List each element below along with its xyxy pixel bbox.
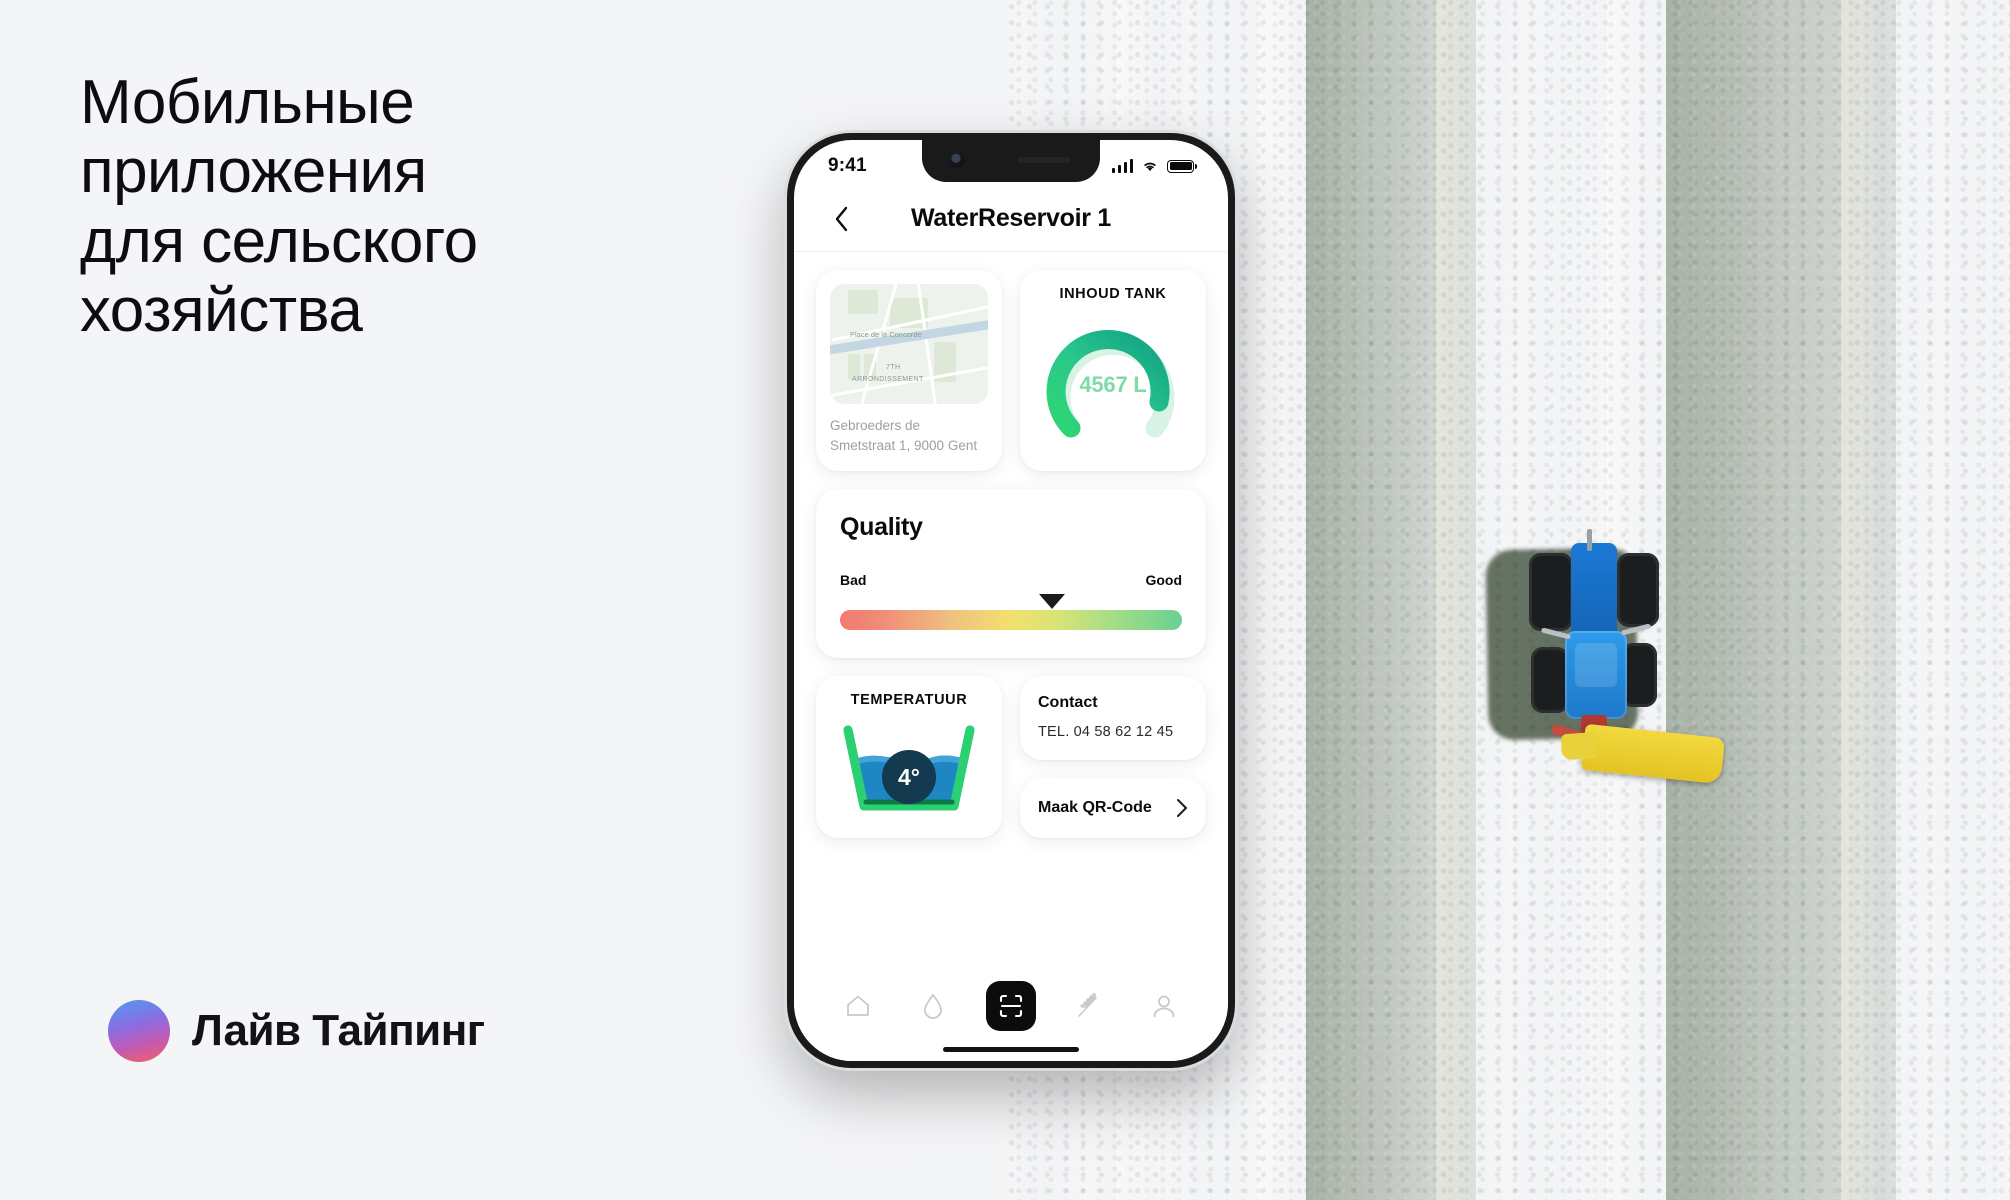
status-bar: 9:41 (794, 140, 1228, 186)
gradient-circle-logo-icon (108, 1000, 170, 1062)
tank-card-title: INHOUD TANK (1059, 286, 1167, 302)
screen-title: WaterReservoir 1 (911, 204, 1111, 232)
chevron-left-icon[interactable] (824, 202, 858, 236)
chevron-right-icon (1177, 799, 1187, 818)
brand-name: Лайв Тайпинг (192, 1006, 485, 1055)
headline-line-4: хозяйства (80, 276, 363, 346)
headline-line-2: приложения (80, 137, 427, 207)
map-thumbnail-icon[interactable]: Place de la Concorde 7TH ARRONDISSEMENT (830, 284, 988, 404)
screen-content: Place de la Concorde 7TH ARRONDISSEMENT … (794, 252, 1228, 969)
cellular-bars-icon (1111, 159, 1133, 173)
headline-line-3: для сельского (80, 206, 478, 276)
scan-frame-icon (999, 994, 1023, 1018)
tab-scan[interactable] (985, 981, 1036, 1031)
tractor-cab (1565, 631, 1627, 719)
contact-card[interactable]: Contact TEL. 04 58 62 12 45 (1020, 676, 1206, 761)
headline-line-1: Мобильные (80, 68, 415, 137)
tank-value: 4567 L (1079, 372, 1147, 397)
home-indicator (943, 1047, 1079, 1052)
contact-card-title: Contact (1038, 694, 1098, 712)
field-stripe-tan (1436, 0, 1470, 1200)
quality-card-title: Quality (840, 513, 923, 542)
temperature-card: TEMPERATUUR 4° (816, 676, 1002, 839)
location-address: Gebroeders de Smetstraat 1, 9000 Gent (830, 418, 978, 453)
field-stripe-dark (1306, 0, 1476, 1200)
quality-gradient-bar[interactable] (840, 610, 1182, 631)
status-icons (1111, 159, 1197, 173)
top-card-row: Place de la Concorde 7TH ARRONDISSEMENT … (816, 270, 1206, 472)
location-card[interactable]: Place de la Concorde 7TH ARRONDISSEMENT … (816, 270, 1002, 472)
tractor-wheel (1617, 553, 1659, 627)
wheat-icon (1078, 992, 1097, 1017)
battery-full-icon (1167, 159, 1197, 173)
map-district-label-2: ARRONDISSEMENT (852, 376, 924, 383)
person-icon (1153, 995, 1175, 1017)
brand-lockup: Лайв Тайпинг (108, 1000, 485, 1062)
right-card-column: Contact TEL. 04 58 62 12 45 Maak QR-Code (1020, 676, 1206, 839)
temperature-value-badge: 4° (882, 750, 936, 805)
make-qr-code-button[interactable]: Maak QR-Code (1020, 778, 1206, 839)
quality-scale-labels: Bad Good (840, 572, 1182, 588)
home-icon (846, 995, 869, 1016)
tab-profile[interactable] (1141, 983, 1187, 1029)
tractor-illustration (1485, 529, 1726, 785)
circular-gauge-icon: 4567 L (1037, 314, 1189, 442)
quality-scale: Bad Good (840, 572, 1182, 631)
triangle-down-marker-icon (1039, 594, 1066, 610)
page-title: Мобильные приложения для сельского хозяй… (80, 68, 780, 346)
water-drop-icon (924, 993, 943, 1019)
tractor-wheel (1531, 647, 1569, 713)
tab-crops[interactable] (1066, 983, 1112, 1029)
quality-label-bad: Bad (840, 572, 867, 589)
water-basin-icon: 4° (834, 724, 984, 816)
temperature-card-title: TEMPERATUUR (850, 692, 968, 709)
map-street-label: Place de la Concorde (850, 330, 922, 339)
field-stripe-tan (1841, 0, 1875, 1200)
phone-screen: 9:41 WaterReservoir 1 Place de la Concor… (794, 140, 1228, 1061)
tab-water[interactable] (910, 983, 956, 1029)
tab-home[interactable] (835, 983, 881, 1029)
field-stripe-tan (1258, 0, 1292, 1200)
tank-content-card: INHOUD TANK 4567 L (1020, 270, 1206, 472)
status-time: 9:41 (828, 155, 867, 176)
wifi-icon (1144, 162, 1156, 172)
map-district-label-1: 7TH (886, 364, 901, 371)
app-nav-bar: WaterReservoir 1 (794, 186, 1228, 252)
bottom-card-row: TEMPERATUUR 4° Contact TEL. 04 58 62 12 … (816, 676, 1206, 839)
tractor-exhaust (1587, 529, 1592, 551)
tractor-wheel (1529, 553, 1573, 631)
make-qr-code-label: Maak QR-Code (1038, 799, 1152, 817)
tractor-hood (1571, 543, 1617, 643)
quality-label-good: Good (1145, 572, 1182, 589)
contact-phone-number[interactable]: TEL. 04 58 62 12 45 (1038, 724, 1188, 740)
quality-card: Quality Bad Good (816, 489, 1206, 659)
phone-mockup: 9:41 WaterReservoir 1 Place de la Concor… (787, 133, 1235, 1068)
